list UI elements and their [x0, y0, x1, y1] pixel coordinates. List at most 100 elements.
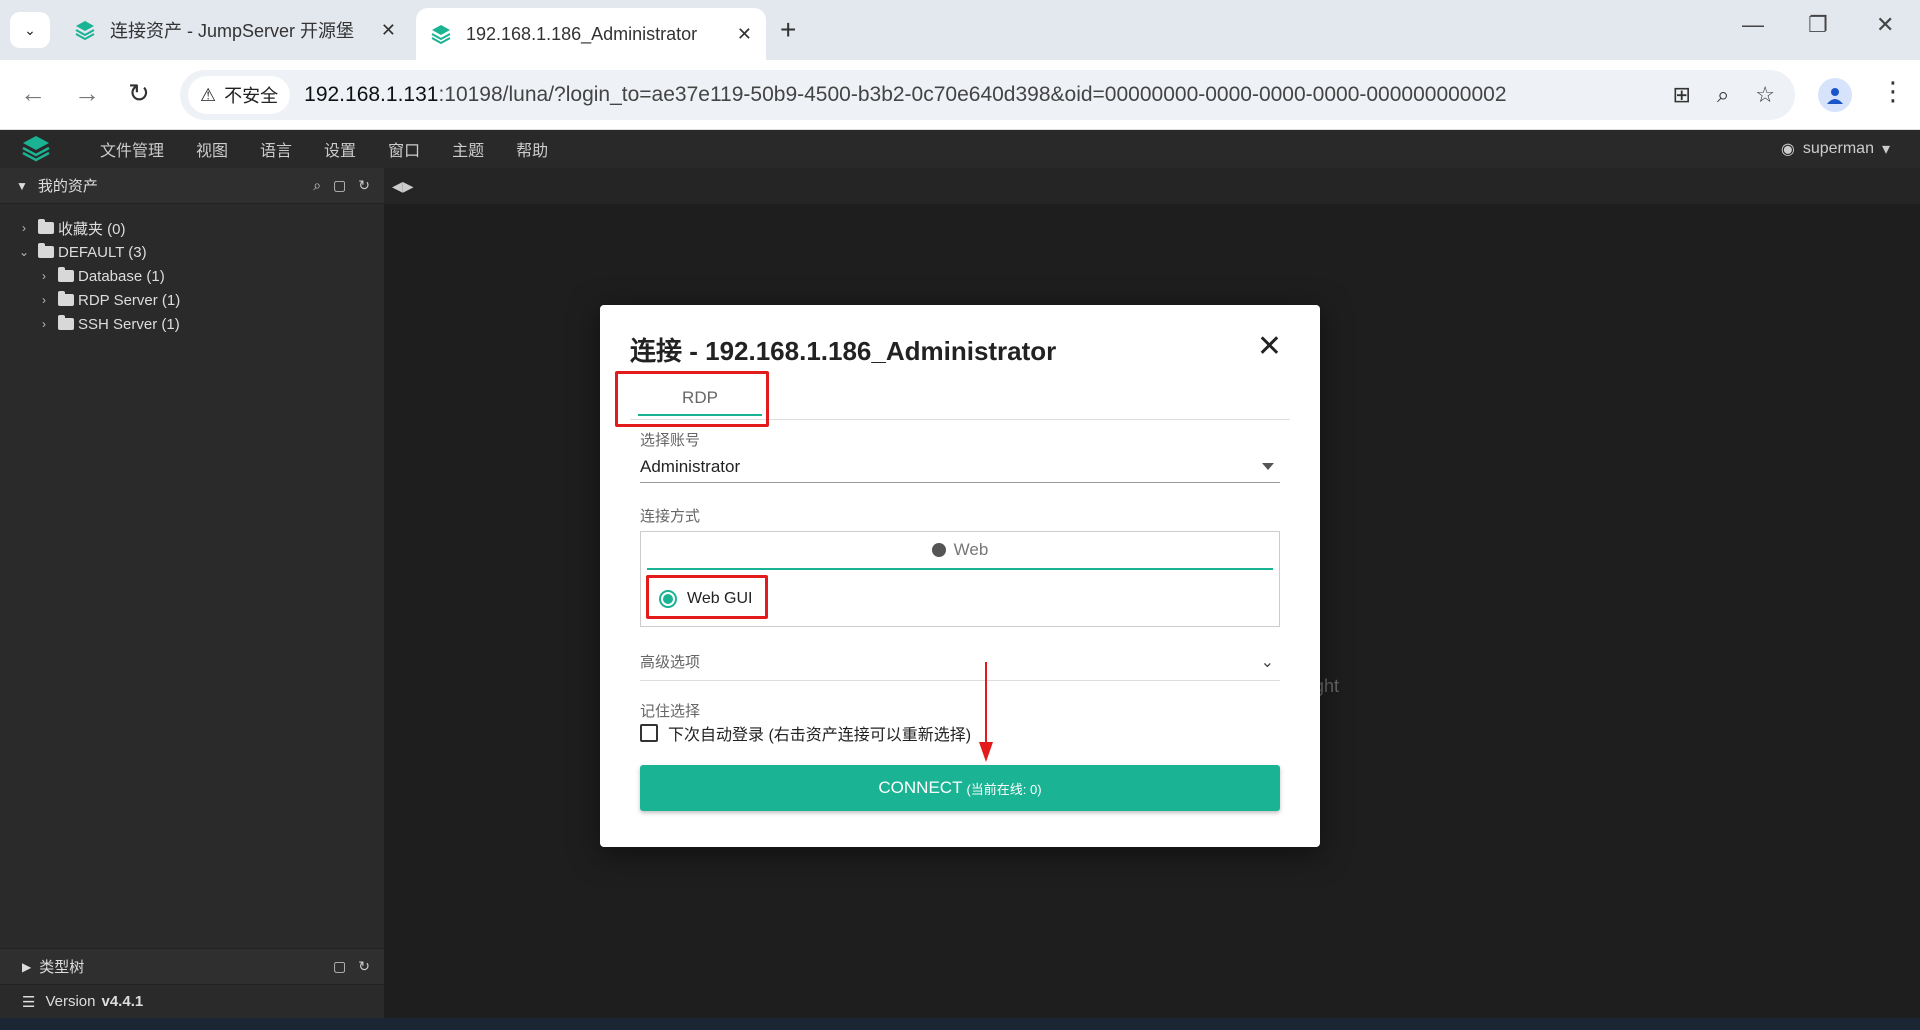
version-number: v4.4.1	[101, 993, 144, 1010]
username: superman	[1802, 140, 1874, 157]
connect-button[interactable]: CONNECT (当前在线: 0)	[640, 765, 1280, 811]
jumpserver-logo-icon[interactable]	[20, 133, 52, 165]
chevron-down-icon: ⌄	[24, 21, 36, 38]
auto-login-checkbox[interactable]	[640, 724, 658, 742]
tab-search-button[interactable]: ⌄	[10, 12, 50, 48]
back-icon[interactable]: ←	[20, 78, 46, 109]
browser-tab-active[interactable]: 192.168.1.186_Administrator ✕	[416, 8, 766, 60]
close-icon[interactable]: ✕	[381, 20, 396, 41]
tab-title: 192.168.1.186_Administrator	[466, 23, 698, 44]
folder-icon	[58, 267, 74, 282]
tree-node-label: 收藏夹 (0)	[58, 220, 126, 238]
tree-node[interactable]: › Database (1)	[0, 264, 384, 288]
more-menu-icon[interactable]: ⋮	[1880, 76, 1906, 107]
user-menu[interactable]: ◉ superman ▾	[1781, 130, 1890, 168]
refresh-icon[interactable]: ↻	[358, 177, 370, 194]
chevron-right-icon[interactable]: ›	[16, 221, 32, 235]
browser-tab-inactive[interactable]: 连接资产 - JumpServer 开源堡 ✕	[60, 8, 410, 52]
connect-label: CONNECT	[878, 778, 963, 797]
tree-node-label: Database (1)	[78, 267, 165, 285]
browser-tab-strip: ⌄ 连接资产 - JumpServer 开源堡 ✕ 192.168.1.186_…	[0, 0, 1920, 60]
menu-file-manager[interactable]: 文件管理	[100, 137, 164, 161]
tree-node[interactable]: › 收藏夹 (0)	[0, 216, 384, 240]
online-count: (当前在线: 0)	[966, 781, 1042, 797]
collapse-icon[interactable]: ▢	[333, 177, 346, 194]
remember-label: 记住选择	[640, 703, 701, 720]
type-tree-label: 类型树	[39, 959, 85, 976]
tree-node-label: DEFAULT (3)	[58, 243, 147, 261]
url-path: :10198/luna/?login_to=ae37e119-50b9-4500…	[438, 83, 1507, 106]
tab-web-label: Web	[953, 540, 989, 559]
highlight-box	[615, 371, 769, 427]
type-tree-header[interactable]: ▶ 类型树 ▢ ↻	[0, 948, 384, 984]
chevron-down-icon: ⌄	[1260, 653, 1274, 671]
folder-icon	[58, 291, 74, 306]
browser-toolbar: ← → ↻ ⚠ 不安全 192.168.1.131:10198/luna/?lo…	[0, 60, 1920, 130]
menu-theme[interactable]: 主题	[452, 137, 484, 161]
url-host: 192.168.1.131	[304, 83, 439, 106]
menu-help[interactable]: 帮助	[516, 137, 548, 161]
warning-icon: ⚠	[200, 84, 217, 105]
auto-login-option[interactable]: 下次自动登录 (右击资产连接可以重新选择)	[640, 721, 971, 745]
annotation-arrow	[979, 662, 993, 762]
advanced-options[interactable]: 高级选项 ⌄	[640, 643, 1280, 681]
tree-node-label: SSH Server (1)	[78, 315, 180, 333]
method-label: 连接方式	[640, 508, 701, 525]
reload-icon[interactable]: ↻	[128, 78, 150, 109]
chevron-right-icon[interactable]: ›	[36, 293, 52, 307]
restore-icon[interactable]: ❐	[1808, 12, 1828, 38]
folder-icon	[38, 219, 54, 234]
app-menubar: 文件管理 视图 语言 设置 窗口 主题 帮助 ◉ superman ▾	[0, 130, 1920, 168]
version-footer: ☰ Version v4.4.1	[0, 984, 384, 1018]
bookmark-star-icon[interactable]: ☆	[1755, 82, 1775, 108]
tree-node[interactable]: ⌄ DEFAULT (3)	[0, 240, 384, 264]
collapse-icon[interactable]: ▢	[333, 958, 346, 975]
list-icon: ☰	[22, 993, 36, 1011]
toggle-sidebar-icon[interactable]: ◀▶	[392, 178, 414, 195]
highlight-box	[646, 575, 768, 619]
profile-avatar-icon[interactable]	[1818, 78, 1852, 112]
chevron-right-icon[interactable]: ›	[36, 317, 52, 331]
tab-title: 连接资产 - JumpServer 开源堡	[110, 21, 355, 41]
folder-open-icon	[38, 243, 54, 258]
close-icon[interactable]: ✕	[737, 24, 752, 45]
chevron-right-icon[interactable]: ›	[36, 269, 52, 283]
folder-icon	[58, 315, 74, 330]
security-label: 不安全	[224, 86, 279, 106]
forward-icon[interactable]: →	[74, 78, 100, 109]
asset-sidebar: ▼ 我的资产 ⌕ ▢ ↻ › 收藏夹 (0) ⌄ DEFAULT (3) › D…	[0, 168, 384, 1018]
address-bar[interactable]: ⚠ 不安全 192.168.1.131:10198/luna/?login_to…	[180, 70, 1795, 120]
account-select[interactable]: Administrator	[640, 451, 1280, 483]
globe-icon	[931, 543, 946, 557]
connect-dialog: 连接 - 192.168.1.186_Administrator ✕ RDP 选…	[600, 305, 1320, 847]
zoom-icon[interactable]: ⌕	[1717, 82, 1729, 108]
menu-window[interactable]: 窗口	[388, 137, 420, 161]
menu-view[interactable]: 视图	[196, 137, 228, 161]
user-circle-icon: ◉	[1780, 141, 1795, 158]
refresh-icon[interactable]: ↻	[358, 958, 370, 975]
tree-node[interactable]: › SSH Server (1)	[0, 312, 384, 336]
menu-settings[interactable]: 设置	[324, 137, 356, 161]
jumpserver-logo-icon	[75, 21, 95, 41]
account-value: Administrator	[640, 456, 741, 476]
caret-right-icon: ▶	[22, 959, 32, 974]
chevron-down-icon[interactable]: ⌄	[16, 245, 32, 259]
tree-node[interactable]: › RDP Server (1)	[0, 288, 384, 312]
asset-tree: › 收藏夹 (0) ⌄ DEFAULT (3) › Database (1) ›…	[0, 204, 384, 336]
close-icon[interactable]: ✕	[1257, 329, 1282, 364]
url-text[interactable]: 192.168.1.131:10198/luna/?login_to=ae37e…	[304, 83, 1672, 107]
minimize-icon[interactable]: —	[1742, 12, 1764, 38]
translate-icon[interactable]: ⊞	[1673, 82, 1691, 108]
search-icon[interactable]: ⌕	[313, 177, 321, 194]
new-tab-icon[interactable]: +	[780, 14, 796, 46]
advanced-label: 高级选项	[640, 654, 701, 671]
security-chip[interactable]: ⚠ 不安全	[188, 76, 291, 114]
menu-language[interactable]: 语言	[260, 137, 292, 161]
jumpserver-logo-icon	[431, 25, 451, 45]
tree-node-label: RDP Server (1)	[78, 291, 181, 309]
tab-web[interactable]: Web	[647, 532, 1273, 570]
person-icon	[1827, 88, 1843, 104]
caret-down-icon: ▾	[1881, 141, 1890, 158]
window-close-icon[interactable]: ✕	[1876, 12, 1894, 38]
my-assets-header[interactable]: ▼ 我的资产 ⌕ ▢ ↻	[0, 168, 384, 204]
